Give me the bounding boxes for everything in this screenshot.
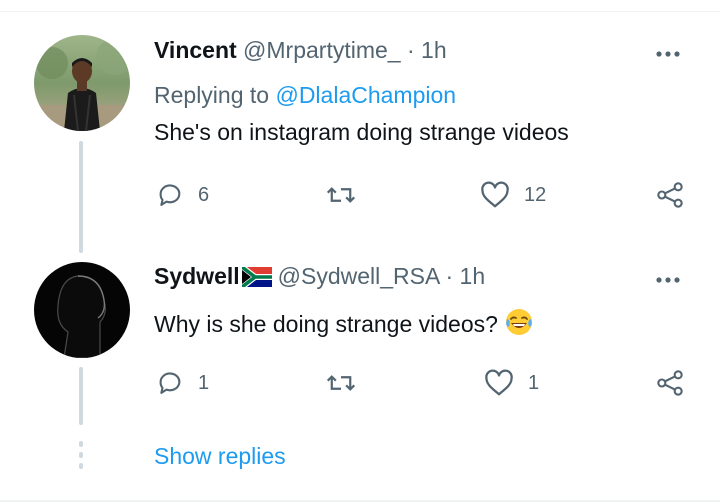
heart-icon (485, 369, 513, 396)
share-icon (657, 182, 683, 208)
display-name[interactable]: Sydwell (154, 263, 240, 289)
retweet-icon (326, 375, 356, 391)
thread-dots (79, 441, 83, 474)
timestamp[interactable]: 1h (460, 263, 486, 289)
reply-count: 6 (198, 183, 210, 206)
share-button[interactable] (656, 181, 684, 209)
display-name[interactable]: Vincent (154, 37, 237, 63)
more-options-icon[interactable] (655, 275, 681, 285)
replying-prefix: Replying to (154, 82, 276, 108)
user-handle[interactable]: @Sydwell_RSA (278, 263, 439, 289)
thread-line (79, 141, 83, 253)
avatar-vincent[interactable] (34, 35, 130, 131)
separator-dot: · (406, 37, 415, 63)
like-button[interactable]: 12 (480, 181, 546, 209)
tweet-text: Why is she doing strange videos? (154, 311, 498, 337)
tweet-header: Vincent @Mrpartytime_ · 1h (154, 36, 447, 64)
share-button[interactable] (656, 369, 684, 397)
reply-button[interactable]: 1 (156, 369, 209, 397)
more-options-icon[interactable] (655, 49, 681, 59)
reply-icon (159, 184, 181, 206)
user-handle[interactable]: @Mrpartytime_ (243, 37, 401, 63)
laughing-emoji-icon (505, 309, 532, 335)
retweet-button[interactable] (326, 369, 356, 397)
tweet-text-line: Why is she doing strange videos? (154, 307, 534, 338)
thread-line (79, 367, 83, 425)
tweet-header: Sydwell @Sydwell_RSA · 1h (154, 262, 485, 290)
avatar-sydwell[interactable] (34, 262, 130, 358)
retweet-button[interactable] (326, 181, 356, 209)
heart-icon (481, 181, 509, 208)
show-replies-link[interactable]: Show replies (154, 442, 286, 470)
south-africa-flag-icon (241, 267, 272, 287)
separator-dot: · (445, 263, 454, 289)
top-divider (0, 11, 720, 12)
reply-button[interactable]: 6 (156, 181, 209, 209)
like-count: 1 (528, 371, 540, 394)
timestamp[interactable]: 1h (421, 37, 447, 63)
tweet-text: She's on instagram doing strange videos (154, 119, 569, 145)
retweet-icon (326, 187, 356, 203)
replying-to: Replying to @DlalaChampion (154, 81, 456, 109)
like-count: 12 (524, 183, 547, 206)
mention-link[interactable]: @DlalaChampion (275, 82, 456, 108)
share-icon (657, 370, 683, 396)
reply-count: 1 (198, 371, 210, 394)
reply-icon (159, 372, 181, 394)
like-button[interactable]: 1 (484, 369, 539, 397)
